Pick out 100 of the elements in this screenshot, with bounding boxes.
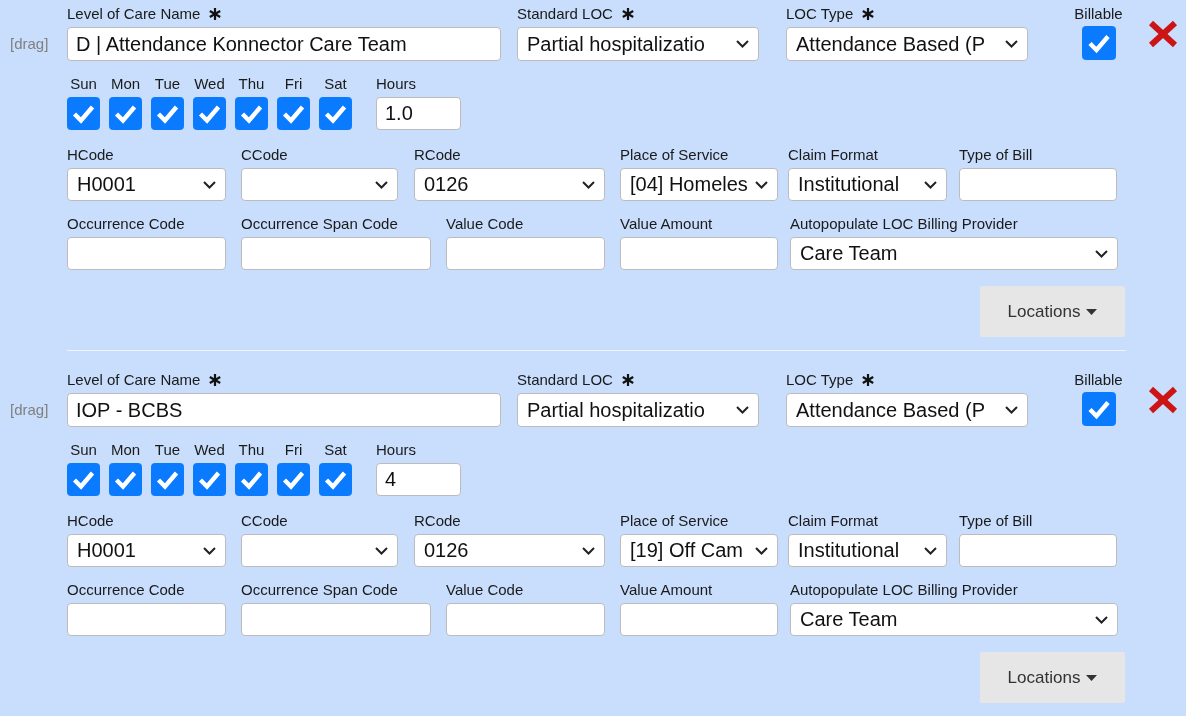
text-input[interactable] (67, 603, 226, 636)
field-label: CCode (241, 146, 288, 164)
field-label: Type of Bill (959, 146, 1033, 164)
dropdown-select[interactable]: Care Team (790, 237, 1118, 270)
locations-button[interactable]: Locations (980, 286, 1125, 337)
field-label: HCode (67, 512, 114, 530)
dropdown-select[interactable]: Attendance Based (P (786, 27, 1028, 61)
text-input[interactable] (620, 237, 778, 270)
checkbox[interactable] (151, 463, 184, 496)
dropdown-select[interactable]: Care Team (790, 603, 1118, 636)
checkbox[interactable] (235, 97, 268, 130)
checkbox[interactable] (193, 97, 226, 130)
text-input[interactable]: D | Attendance Konnector Care Team (67, 27, 501, 61)
checkbox[interactable] (319, 97, 352, 130)
day-label: Sat (324, 441, 347, 459)
caret-down-icon (1086, 308, 1098, 315)
checkbox[interactable] (67, 463, 100, 496)
locations-button[interactable]: Locations (980, 652, 1125, 703)
dropdown-select[interactable]: Institutional (788, 534, 947, 567)
chevron-down-icon (582, 546, 595, 555)
field-label: Occurrence Span Code (241, 215, 398, 233)
dropdown-select[interactable]: Partial hospitalizatio (517, 393, 759, 427)
checkbox[interactable] (109, 97, 142, 130)
dropdown-select[interactable]: H0001 (67, 168, 226, 201)
dropdown-select[interactable]: Attendance Based (P (786, 393, 1028, 427)
dropdown-select[interactable]: [04] Homeles (620, 168, 778, 201)
field-label: Value Amount (620, 581, 713, 599)
day-label: Fri (284, 75, 303, 93)
dropdown-select[interactable]: Institutional (788, 168, 947, 201)
text-input[interactable] (446, 603, 605, 636)
field-label: Standard LOC (517, 5, 613, 23)
chevron-down-icon (1095, 615, 1108, 624)
field-label: Value Code (446, 215, 524, 233)
day-label: Sun (70, 75, 97, 93)
text-input[interactable]: 1.0 (376, 97, 461, 130)
checkbox[interactable] (151, 97, 184, 130)
checkbox[interactable] (319, 463, 352, 496)
chevron-down-icon (582, 180, 595, 189)
field-label: Billable (1074, 5, 1123, 23)
chevron-down-icon (924, 180, 937, 189)
field-label: Claim Format (788, 146, 878, 164)
day-label: Wed (194, 75, 225, 93)
field-label: Autopopulate LOC Billing Provider (790, 215, 1018, 233)
field-label: Level of Care Name (67, 371, 201, 389)
chevron-down-icon (1095, 249, 1108, 258)
field-label: Hours (376, 75, 416, 93)
field-label: Claim Format (788, 512, 878, 530)
text-input[interactable] (446, 237, 605, 270)
dropdown-select[interactable]: Partial hospitalizatio (517, 27, 759, 61)
field-label: CCode (241, 512, 288, 530)
text-input[interactable]: 4 (376, 463, 461, 496)
field-label: RCode (414, 146, 461, 164)
close-icon[interactable] (1148, 386, 1178, 414)
chevron-down-icon (755, 546, 768, 555)
chevron-down-icon (755, 180, 768, 189)
checkbox[interactable] (277, 463, 310, 496)
field-label: Place of Service (620, 146, 729, 164)
checkbox[interactable] (1081, 26, 1116, 60)
dropdown-select[interactable]: 0126 (414, 168, 605, 201)
day-label: Sat (324, 75, 347, 93)
field-label: LOC Type (786, 371, 854, 389)
field-label: Type of Bill (959, 512, 1033, 530)
field-label: Occurrence Code (67, 215, 185, 233)
checkbox[interactable] (67, 97, 100, 130)
text-input[interactable]: IOP - BCBS (67, 393, 501, 427)
field-label: Standard LOC (517, 371, 613, 389)
field-label: Level of Care Name (67, 5, 201, 23)
checkbox[interactable] (193, 463, 226, 496)
text-input[interactable] (241, 603, 431, 636)
day-label: Mon (110, 75, 141, 93)
field-label: RCode (414, 512, 461, 530)
chevron-down-icon (924, 546, 937, 555)
dropdown-select[interactable]: [19] Off Cam (620, 534, 778, 567)
field-label: Value Amount (620, 215, 713, 233)
text-input[interactable] (959, 168, 1117, 201)
day-label: Wed (194, 441, 225, 459)
day-label: Thu (238, 441, 265, 459)
field-label: Place of Service (620, 512, 729, 530)
dropdown-select[interactable]: 0126 (414, 534, 605, 567)
day-label: Fri (284, 441, 303, 459)
text-input[interactable] (67, 237, 226, 270)
field-label: LOC Type (786, 5, 854, 23)
checkbox[interactable] (235, 463, 268, 496)
checkbox[interactable] (109, 463, 142, 496)
field-label: Billable (1074, 371, 1123, 389)
chevron-down-icon (203, 546, 216, 555)
close-icon[interactable] (1148, 20, 1178, 48)
text-input[interactable] (620, 603, 778, 636)
chevron-down-icon (736, 406, 749, 414)
chevron-down-icon (1005, 40, 1018, 48)
text-input[interactable] (241, 237, 431, 270)
field-label: Occurrence Span Code (241, 581, 398, 599)
chevron-down-icon (375, 180, 388, 189)
checkbox[interactable] (277, 97, 310, 130)
field-label: Occurrence Code (67, 581, 185, 599)
day-label: Tue (154, 441, 181, 459)
dropdown-select[interactable]: H0001 (67, 534, 226, 567)
checkbox[interactable] (1081, 392, 1116, 426)
text-input[interactable] (959, 534, 1117, 567)
field-label: Value Code (446, 581, 524, 599)
